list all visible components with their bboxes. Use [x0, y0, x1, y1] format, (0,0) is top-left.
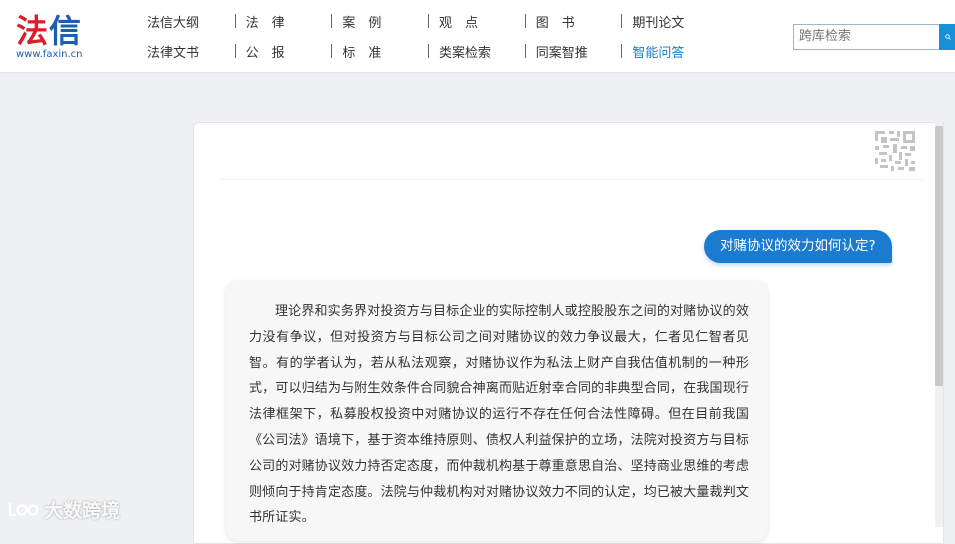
scrollbar-thumb[interactable] [935, 126, 943, 386]
logo-text: 法信 [16, 12, 83, 50]
watermark-logo-icon [8, 503, 39, 517]
main-nav: 法信大纲 法 律 案 例 观 点 图 书 期刊论文 法律文书 公 报 标 准 类… [138, 6, 718, 66]
qr-code-icon[interactable] [875, 131, 915, 171]
watermark: 大数跨境 [6, 496, 120, 522]
answer-bubble: 理论界和实务界对投资方与目标企业的实际控制人或控股股东之间的对赌协议的效力没有争… [226, 281, 768, 541]
nav-item-case-recommend[interactable]: 同案智推 [524, 42, 622, 61]
nav-item-smart-qa[interactable]: 智能问答 [621, 42, 718, 61]
user-question-bubble: 对赌协议的效力如何认定? [704, 230, 892, 263]
search-icon [945, 34, 951, 40]
search-input[interactable] [793, 24, 946, 50]
panel-divider [220, 179, 923, 180]
answer-text: 理论界和实务界对投资方与目标企业的实际控制人或控股股东之间的对赌协议的效力没有争… [249, 304, 749, 526]
nav-item-similar-case-search[interactable]: 类案检索 [428, 42, 525, 61]
nav-row-2: 法律文书 公 报 标 准 类案检索 同案智推 智能问答 [138, 36, 718, 66]
nav-item-gazette[interactable]: 公 报 [234, 42, 332, 61]
scrollbar[interactable] [935, 122, 943, 527]
faxin-logo[interactable]: 法信 www.faxin.cn [16, 14, 96, 64]
nav-item-cases[interactable]: 案 例 [331, 12, 428, 31]
nav-item-standards[interactable]: 标 准 [331, 42, 428, 61]
logo-url: www.faxin.cn [16, 49, 83, 60]
nav-row-1: 法信大纲 法 律 案 例 观 点 图 书 期刊论文 [138, 6, 718, 36]
top-header: 法信 www.faxin.cn 法信大纲 法 律 案 例 观 点 图 书 期刊论… [0, 0, 955, 73]
search-box [793, 24, 955, 50]
nav-item-outline[interactable]: 法信大纲 [138, 12, 235, 31]
nav-item-law[interactable]: 法 律 [234, 12, 332, 31]
nav-item-journals[interactable]: 期刊论文 [621, 12, 718, 31]
nav-item-books[interactable]: 图 书 [524, 12, 622, 31]
watermark-text: 大数跨境 [44, 499, 121, 522]
search-button[interactable] [939, 24, 955, 50]
nav-item-views[interactable]: 观 点 [428, 12, 525, 31]
nav-item-documents[interactable]: 法律文书 [138, 42, 235, 61]
